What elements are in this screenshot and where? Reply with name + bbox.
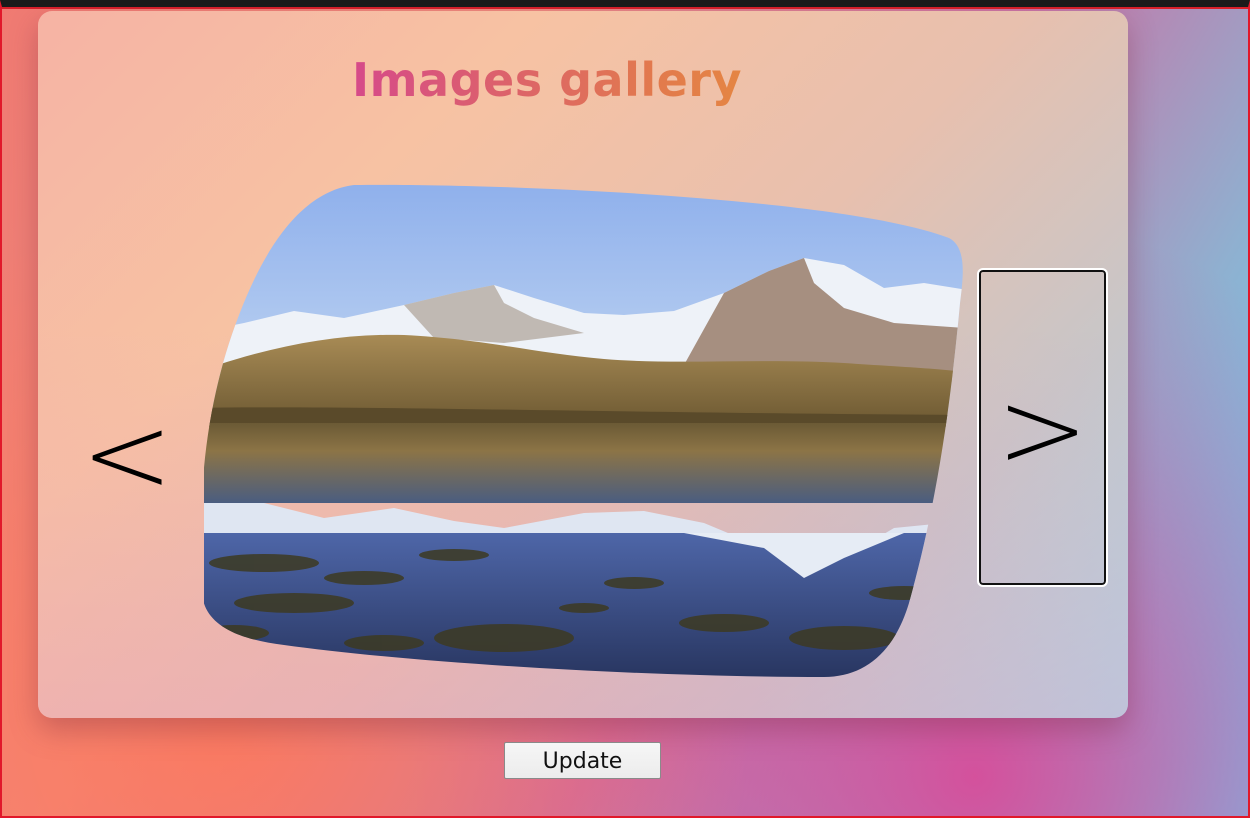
window-top-edge — [0, 7, 1250, 9]
gallery-card: Images gallery < > — [38, 11, 1128, 718]
next-image-button[interactable]: > — [977, 268, 1108, 587]
landscape-photo — [204, 184, 963, 677]
page-title: Images gallery — [38, 53, 1092, 107]
previous-image-button[interactable]: < — [81, 394, 173, 514]
update-button[interactable]: Update — [504, 742, 661, 779]
gallery-image — [204, 183, 964, 677]
